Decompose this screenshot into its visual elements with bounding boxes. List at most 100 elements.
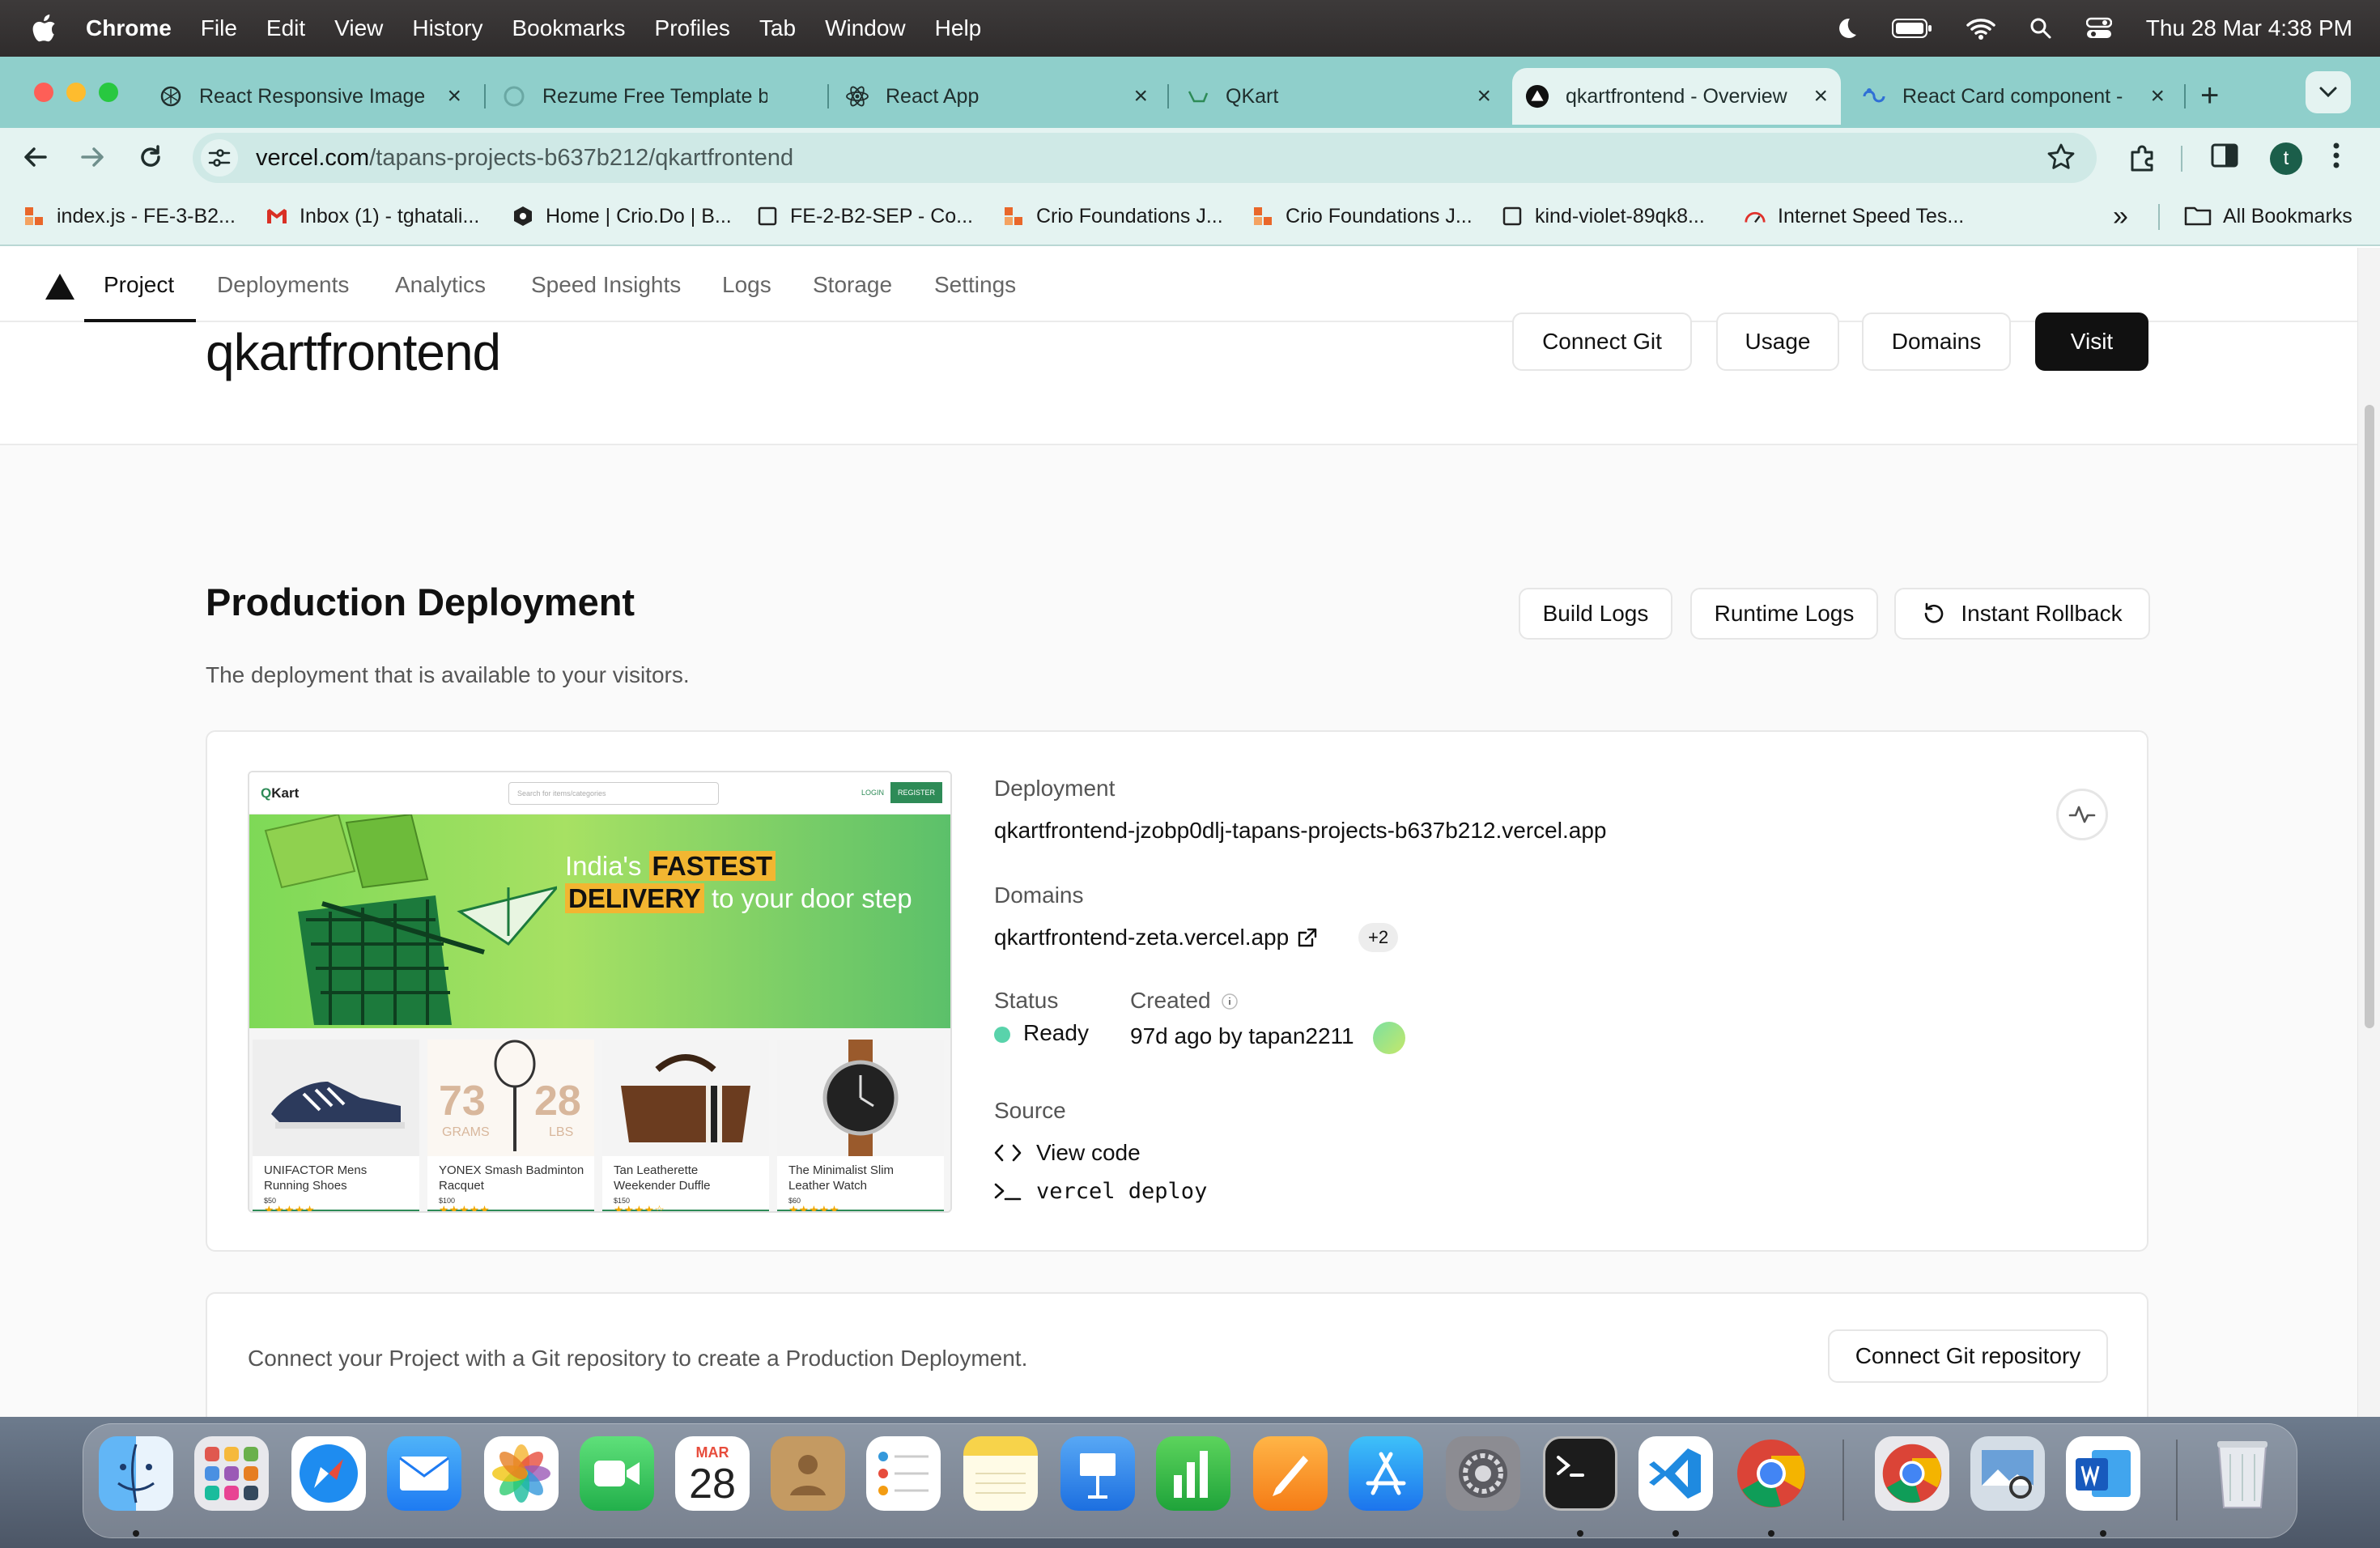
subnav-storage[interactable]: Storage [813, 272, 892, 298]
scrollbar-thumb[interactable] [2365, 405, 2374, 1028]
bookmark-item[interactable]: Home | Crio.Do | B... [512, 186, 732, 246]
more-menu-icon[interactable] [2331, 141, 2341, 170]
control-center-icon[interactable] [2085, 17, 2112, 40]
battery-icon[interactable] [1891, 18, 1932, 39]
forward-button[interactable] [74, 139, 110, 175]
close-tab-icon[interactable]: × [1477, 83, 1491, 110]
view-code-link[interactable]: View code [994, 1140, 1141, 1166]
tab-react-app[interactable]: React App × [845, 68, 1161, 125]
chrome-icon[interactable] [1734, 1436, 1808, 1511]
safari-icon[interactable] [291, 1436, 366, 1511]
subnav-project[interactable]: Project [104, 272, 174, 298]
subnav-analytics[interactable]: Analytics [395, 272, 486, 298]
photos-icon[interactable] [484, 1436, 559, 1511]
bookmark-item[interactable]: kind-violet-89qk8... [1501, 186, 1705, 246]
domains-button[interactable]: Domains [1862, 313, 2011, 371]
subnav-deployments[interactable]: Deployments [217, 272, 349, 298]
menu-help[interactable]: Help [935, 15, 982, 41]
menu-tab[interactable]: Tab [759, 15, 796, 41]
bookmark-item[interactable]: index.js - FE-3-B2... [23, 186, 236, 246]
profile-avatar[interactable]: t [2270, 142, 2302, 175]
close-tab-icon[interactable]: × [447, 83, 461, 110]
new-tab-button[interactable]: + [2200, 78, 2219, 114]
reminders-icon[interactable] [866, 1436, 941, 1511]
mail-icon[interactable] [387, 1436, 461, 1511]
domain-link[interactable]: qkartfrontend-zeta.vercel.app [994, 925, 1318, 950]
bookmark-item[interactable]: Inbox (1) - tghatali... [266, 186, 479, 246]
reload-button[interactable] [133, 139, 168, 175]
menu-view[interactable]: View [334, 15, 383, 41]
contacts-icon[interactable] [771, 1436, 845, 1511]
menu-bookmarks[interactable]: Bookmarks [512, 15, 625, 41]
more-bookmarks-icon[interactable]: » [2113, 201, 2128, 232]
terminal-icon[interactable] [1543, 1436, 1617, 1511]
finder-icon[interactable] [99, 1436, 173, 1511]
analytics-pulse-button[interactable] [2056, 789, 2108, 840]
menu-edit[interactable]: Edit [266, 15, 305, 41]
extensions-icon[interactable] [2126, 141, 2158, 173]
instant-rollback-button[interactable]: Instant Rollback [1894, 588, 2150, 640]
connect-git-button[interactable]: Connect Git [1512, 313, 1692, 371]
preview-icon[interactable] [1970, 1436, 2045, 1511]
word-icon[interactable] [2066, 1436, 2140, 1511]
deployment-url-link[interactable]: qkartfrontend-jzobp0dlj-tapans-projects-… [994, 818, 1606, 844]
subnav-speed-insights[interactable]: Speed Insights [531, 272, 681, 298]
wifi-icon[interactable] [1966, 17, 1995, 40]
close-tab-icon[interactable]: × [1813, 83, 1828, 110]
menu-profiles[interactable]: Profiles [655, 15, 730, 41]
tab-rezume-template[interactable]: Rezume Free Template b [502, 68, 826, 125]
tab-qkart[interactable]: QKart × [1185, 68, 1504, 125]
site-settings-icon[interactable] [201, 139, 238, 176]
calendar-icon[interactable]: MAR 28 [675, 1436, 750, 1511]
build-logs-button[interactable]: Build Logs [1519, 588, 1672, 640]
page-scrollbar[interactable] [2357, 248, 2380, 1417]
info-icon[interactable] [1221, 993, 1239, 1010]
connect-git-repository-button[interactable]: Connect Git repository [1828, 1329, 2108, 1383]
apple-icon[interactable] [31, 14, 58, 43]
user-avatar[interactable] [1373, 1022, 1405, 1054]
bookmark-item[interactable]: Crio Foundations J... [1002, 186, 1223, 246]
deployment-preview-thumbnail[interactable]: QKart Search for items/categories LOGIN … [248, 771, 952, 1213]
vercel-logo-icon[interactable] [44, 272, 76, 301]
menu-history[interactable]: History [412, 15, 482, 41]
bookmark-item[interactable]: Crio Foundations J... [1252, 186, 1473, 246]
close-window-button[interactable] [34, 83, 53, 102]
visit-button[interactable]: Visit [2035, 313, 2148, 371]
close-tab-icon[interactable]: × [2150, 83, 2165, 110]
facetime-icon[interactable] [580, 1436, 654, 1511]
tab-react-responsive-image[interactable]: React Responsive Image × [159, 68, 474, 125]
menu-file[interactable]: File [201, 15, 237, 41]
launchpad-icon[interactable] [194, 1436, 269, 1511]
system-settings-icon[interactable] [1446, 1436, 1520, 1511]
tab-search-button[interactable] [2306, 71, 2351, 113]
runtime-logs-button[interactable]: Runtime Logs [1690, 588, 1878, 640]
close-tab-icon[interactable]: × [1133, 83, 1148, 110]
usage-button[interactable]: Usage [1716, 313, 1839, 371]
all-bookmarks-button[interactable]: All Bookmarks [2184, 186, 2352, 246]
keynote-icon[interactable] [1060, 1436, 1135, 1511]
address-bar[interactable]: vercel.com/tapans-projects-b637b212/qkar… [193, 133, 2097, 183]
focus-moon-icon[interactable] [1834, 16, 1858, 40]
minimize-window-button[interactable] [66, 83, 86, 102]
back-button[interactable] [18, 139, 53, 175]
spotlight-search-icon[interactable] [2029, 17, 2052, 40]
pages-icon[interactable] [1253, 1436, 1328, 1511]
menubar-clock[interactable]: Thu 28 Mar 4:38 PM [2146, 15, 2352, 41]
side-panel-icon[interactable] [2210, 141, 2239, 170]
menu-window[interactable]: Window [825, 15, 906, 41]
numbers-icon[interactable] [1156, 1436, 1230, 1511]
subnav-settings[interactable]: Settings [934, 272, 1016, 298]
bookmark-star-icon[interactable] [2046, 142, 2076, 172]
trash-icon[interactable] [2205, 1436, 2280, 1511]
zoom-window-button[interactable] [99, 83, 118, 102]
more-domains-badge[interactable]: +2 [1358, 923, 1399, 952]
app-store-icon[interactable] [1349, 1436, 1423, 1511]
subnav-logs[interactable]: Logs [722, 272, 771, 298]
tab-qkartfrontend-overview[interactable]: qkartfrontend - Overview × [1512, 68, 1841, 125]
menu-app-name[interactable]: Chrome [86, 15, 172, 41]
bookmark-item[interactable]: FE-2-B2-SEP - Co... [756, 186, 973, 246]
notes-icon[interactable] [963, 1436, 1038, 1511]
chrome-icon[interactable] [1875, 1436, 1949, 1511]
bookmark-item[interactable]: Internet Speed Tes... [1744, 186, 1964, 246]
tab-react-card-component[interactable]: React Card component - × [1862, 68, 2178, 125]
